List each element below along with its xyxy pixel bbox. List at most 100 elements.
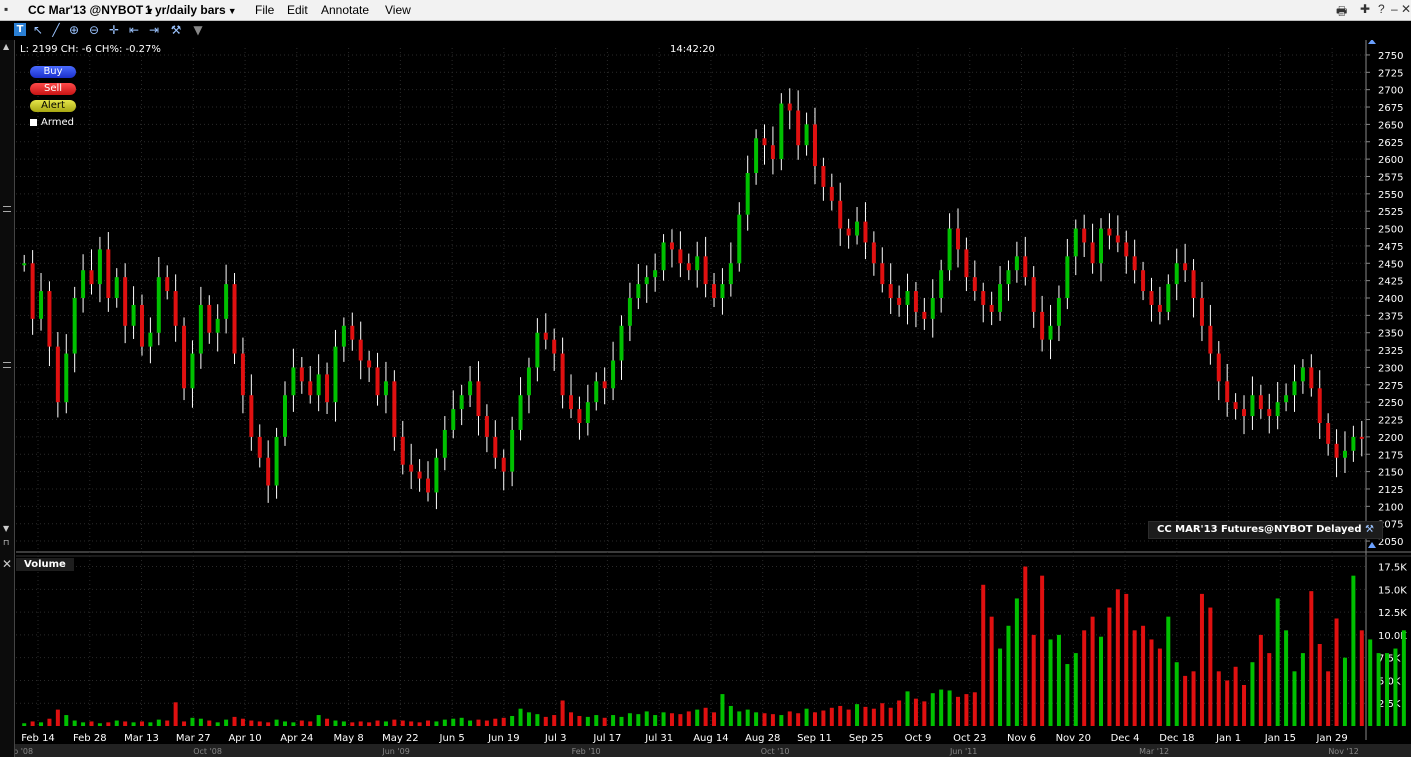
contract-label: CC MAR'13 Futures@NYBOT Delayed ⚒ bbox=[1148, 521, 1383, 539]
volume-bar bbox=[787, 711, 792, 726]
symbol-selector[interactable]: CC Mar'13 @NYBOT ▼ bbox=[28, 3, 154, 17]
minimize-icon[interactable]: – bbox=[1391, 2, 1398, 16]
candle-body bbox=[442, 429, 447, 458]
volume-bar bbox=[299, 720, 304, 726]
candle-body bbox=[812, 124, 817, 167]
left-scroll-strip[interactable]: ▲ ▼ ⊓ bbox=[0, 40, 15, 757]
chart-area: 2050 2075 2100 2125 2150 2175 2200 2225 2250 2275… bbox=[0, 40, 1411, 757]
close-icon[interactable]: ✕ bbox=[1401, 2, 1411, 16]
buy-button[interactable]: Buy bbox=[30, 66, 76, 78]
candle-body bbox=[22, 263, 27, 266]
candle-body bbox=[1250, 395, 1255, 417]
pan-right-icon[interactable]: ⇥ bbox=[146, 22, 162, 38]
candle-body bbox=[1157, 304, 1162, 312]
menu-view[interactable]: View bbox=[385, 3, 411, 17]
candle-body bbox=[156, 277, 161, 333]
pin-icon[interactable]: ✚ bbox=[1360, 2, 1370, 16]
volume-bar bbox=[442, 719, 447, 726]
candle-body bbox=[291, 367, 296, 396]
candle-body bbox=[106, 249, 111, 298]
volume-bar bbox=[215, 722, 220, 726]
candle-body bbox=[1216, 353, 1221, 382]
dropdown-icon[interactable]: ▼ bbox=[190, 22, 206, 38]
volume-bar bbox=[585, 716, 590, 726]
contract-label-text: CC MAR'13 Futures@NYBOT Delayed bbox=[1157, 524, 1362, 535]
volume-tick-label: 5.0K bbox=[1378, 676, 1401, 687]
armed-checkbox[interactable] bbox=[30, 118, 37, 126]
price-tick-label: 2375 bbox=[1378, 311, 1403, 322]
price-tick-label: 2700 bbox=[1378, 86, 1403, 97]
candle-body bbox=[1242, 409, 1247, 417]
collapse-up-icon[interactable]: ▲ bbox=[3, 42, 9, 51]
split-handle[interactable] bbox=[3, 206, 11, 212]
volume-bar bbox=[501, 717, 506, 726]
print-icon[interactable]: 🖶 bbox=[1336, 2, 1347, 23]
candle-body bbox=[627, 298, 632, 326]
pan-left-icon[interactable]: ⇤ bbox=[126, 22, 142, 38]
lock-icon[interactable]: ⊓ bbox=[3, 538, 9, 547]
menu-edit[interactable]: Edit bbox=[287, 3, 308, 17]
volume-tick-label: 17.5K bbox=[1378, 563, 1407, 574]
candle-body bbox=[1267, 409, 1272, 417]
volume-bar bbox=[762, 713, 767, 726]
time-tick-label: Sep 11 bbox=[797, 733, 832, 744]
app-menu-icon[interactable]: ▪ bbox=[4, 2, 8, 16]
wrench-icon[interactable]: ⚒ bbox=[1365, 524, 1374, 535]
collapse-down-icon[interactable]: ▼ bbox=[3, 524, 9, 533]
candle-body bbox=[139, 304, 144, 347]
volume-bar bbox=[1006, 625, 1011, 726]
candle-body bbox=[838, 200, 843, 229]
wrench-icon[interactable]: ⚒ bbox=[168, 22, 184, 38]
candle-body bbox=[459, 395, 464, 410]
candle-body bbox=[215, 318, 220, 333]
price-volume-chart[interactable]: 2050207521002125215021752200222522502275… bbox=[0, 40, 1411, 757]
volume-bar bbox=[476, 719, 481, 726]
split-handle[interactable] bbox=[3, 362, 11, 368]
volume-bar bbox=[459, 717, 464, 726]
zoom-in-icon[interactable]: ⊕ bbox=[66, 22, 82, 38]
volume-bar bbox=[139, 721, 144, 726]
candle-body bbox=[535, 332, 540, 368]
time-tick-label: Jun 19 bbox=[487, 733, 520, 744]
volume-bar bbox=[998, 648, 1003, 726]
volume-bar bbox=[1393, 648, 1398, 726]
volume-bar bbox=[1031, 634, 1036, 726]
line-tool-icon[interactable]: ╱ bbox=[48, 22, 64, 38]
menubar: CC Mar'13 @NYBOT ▼ 1 yr/daily bars ▼ File … bbox=[0, 0, 1411, 21]
menu-file[interactable]: File bbox=[255, 3, 274, 17]
candle-body bbox=[543, 332, 548, 340]
arrow-tool-icon[interactable]: ↖ bbox=[30, 22, 46, 38]
volume-bar bbox=[535, 714, 540, 726]
volume-bar bbox=[1014, 598, 1019, 726]
volume-bar bbox=[552, 715, 557, 726]
menu-annotate[interactable]: Annotate bbox=[321, 3, 369, 17]
candle-body bbox=[282, 395, 287, 437]
close-icon[interactable]: ✕ bbox=[2, 557, 12, 571]
text-tool-icon[interactable]: T bbox=[14, 23, 26, 36]
candle-body bbox=[207, 304, 212, 333]
candle-body bbox=[560, 353, 565, 396]
candle-body bbox=[1031, 277, 1036, 312]
zoom-out-icon[interactable]: ⊖ bbox=[86, 22, 102, 38]
sell-button[interactable]: Sell bbox=[30, 83, 76, 95]
volume-bar bbox=[367, 722, 372, 726]
volume-tick-label: 15.0K bbox=[1378, 585, 1407, 596]
period-selector[interactable]: 1 yr/daily bars ▼ bbox=[145, 3, 237, 17]
help-icon[interactable]: ? bbox=[1378, 2, 1385, 16]
alert-button[interactable]: Alert bbox=[30, 100, 76, 112]
candle-body bbox=[333, 346, 338, 403]
time-tick-label: Apr 24 bbox=[280, 733, 313, 744]
volume-bar bbox=[308, 721, 313, 726]
volume-bar bbox=[754, 712, 759, 726]
armed-toggle[interactable]: Armed bbox=[30, 117, 74, 128]
volume-bar bbox=[1334, 618, 1339, 726]
volume-bar bbox=[796, 713, 801, 726]
volume-tick-label: 7.5K bbox=[1378, 654, 1401, 665]
candle-body bbox=[821, 166, 826, 187]
time-tick-label: Jan 1 bbox=[1215, 733, 1241, 744]
candle-body bbox=[1208, 325, 1213, 354]
volume-bar bbox=[375, 720, 380, 726]
volume-bar bbox=[611, 715, 616, 726]
volume-bar bbox=[1284, 630, 1289, 726]
crosshair-icon[interactable]: ✛ bbox=[106, 22, 122, 38]
